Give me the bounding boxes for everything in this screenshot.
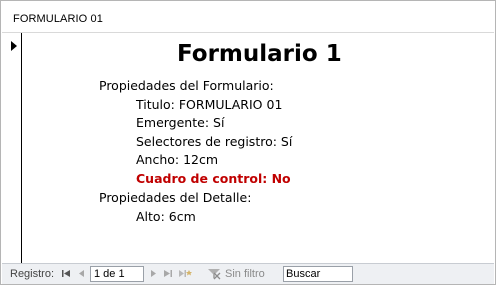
title-divider [2, 32, 494, 33]
next-record-icon[interactable] [147, 267, 159, 280]
window-title: FORMULARIO 01 [13, 13, 103, 25]
form-window: FORMULARIO 01 Formulario 1 Propiedades d… [0, 0, 496, 285]
form-heading: Formulario 1 [177, 41, 342, 67]
search-input[interactable]: Buscar [283, 266, 353, 282]
filter-toggle[interactable]: Sin filtro [225, 268, 265, 280]
property-popup: Emergente: Sí [136, 115, 225, 130]
filter-icon[interactable] [207, 267, 221, 281]
property-control-box: Cuadro de control: No [136, 171, 291, 186]
record-selector-bar[interactable] [2, 33, 22, 263]
property-record-selectors: Selectores de registro: Sí [136, 134, 293, 149]
current-record-arrow-icon [11, 41, 17, 51]
first-record-icon[interactable] [60, 267, 72, 280]
form-properties-heading: Propiedades del Formulario: [99, 78, 274, 93]
last-record-icon[interactable] [162, 267, 174, 280]
property-title: Titulo: FORMULARIO 01 [136, 97, 283, 112]
record-navigation-bar: Registro: 1 de 1 Sin filtro Buscar [2, 263, 494, 284]
previous-record-icon[interactable] [76, 267, 88, 280]
current-record-field[interactable]: 1 de 1 [90, 266, 144, 282]
property-width: Ancho: 12cm [136, 152, 219, 167]
detail-properties-heading: Propiedades del Detalle: [99, 190, 252, 205]
record-label: Registro: [10, 268, 55, 280]
property-height: Alto: 6cm [136, 209, 196, 224]
new-record-icon[interactable] [178, 267, 194, 280]
